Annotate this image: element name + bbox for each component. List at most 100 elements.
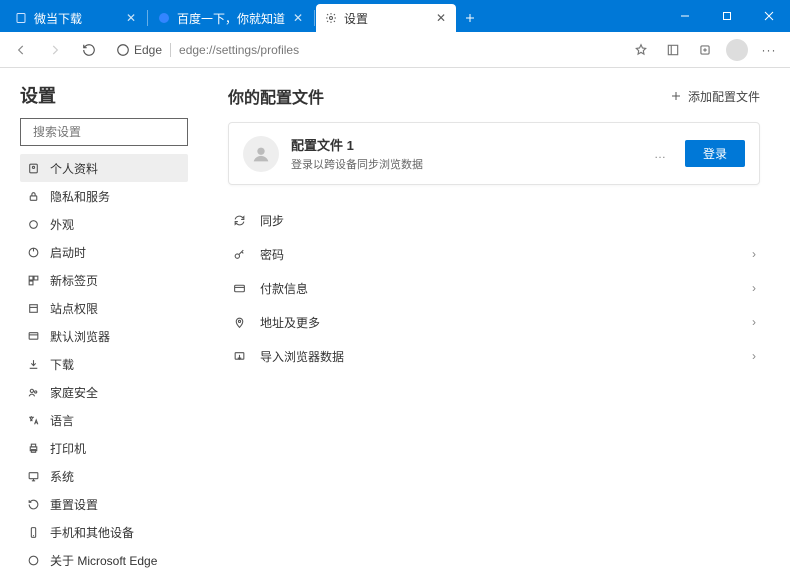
family-icon (26, 386, 40, 399)
settings-sidebar: 设置 个人资料 隐私和服务 外观 启动时 新标签页 站点权限 (0, 68, 200, 500)
sidebar-item-label: 默认浏览器 (50, 328, 110, 345)
location-icon (232, 316, 246, 329)
page-icon (14, 11, 28, 25)
shield-icon (26, 302, 40, 315)
profile-more-button[interactable]: … (648, 147, 673, 161)
sidebar-item-startup[interactable]: 启动时 (20, 238, 188, 266)
sidebar-item-language[interactable]: 语言 (20, 406, 188, 434)
row-payment[interactable]: 付款信息 › (228, 271, 760, 305)
chevron-right-icon: › (752, 315, 756, 329)
sidebar-item-default-browser[interactable]: 默认浏览器 (20, 322, 188, 350)
tab-title: 微当下载 (34, 10, 118, 27)
close-icon[interactable]: ✕ (124, 11, 138, 25)
browser-toolbar: Edge edge://settings/profiles ··· (0, 32, 790, 68)
new-tab-button[interactable] (456, 12, 484, 24)
minimize-button[interactable] (664, 0, 706, 32)
appearance-icon (26, 218, 40, 231)
forward-button[interactable] (40, 36, 70, 64)
profile-avatar[interactable] (722, 36, 752, 64)
sidebar-item-downloads[interactable]: 下载 (20, 350, 188, 378)
reset-icon (26, 498, 40, 511)
row-sync[interactable]: 同步 (228, 203, 760, 237)
close-window-button[interactable] (748, 0, 790, 32)
row-label: 付款信息 (260, 280, 738, 297)
maximize-button[interactable] (706, 0, 748, 32)
row-import[interactable]: 导入浏览器数据 › (228, 339, 760, 373)
address-bar[interactable]: Edge edge://settings/profiles (108, 37, 622, 63)
window-titlebar: 微当下载 ✕ 百度一下，你就知道 ✕ 设置 ✕ (0, 0, 790, 32)
chevron-right-icon: › (752, 247, 756, 261)
row-passwords[interactable]: 密码 › (228, 237, 760, 271)
profile-card: 配置文件 1 登录以跨设备同步浏览数据 … 登录 (228, 122, 760, 185)
close-icon[interactable]: ✕ (291, 11, 305, 25)
window-controls (664, 0, 790, 32)
favorites-bar-button[interactable] (658, 36, 688, 64)
sidebar-item-devices[interactable]: 手机和其他设备 (20, 518, 188, 546)
sidebar-item-reset[interactable]: 重置设置 (20, 490, 188, 518)
sidebar-item-printers[interactable]: 打印机 (20, 434, 188, 462)
refresh-button[interactable] (74, 36, 104, 64)
tab-1[interactable]: 微当下载 ✕ (6, 4, 146, 32)
lock-icon (26, 190, 40, 203)
import-icon (232, 350, 246, 363)
tab-2[interactable]: 百度一下，你就知道 ✕ (149, 4, 313, 32)
sidebar-item-system[interactable]: 系统 (20, 462, 188, 490)
sidebar-item-privacy[interactable]: 隐私和服务 (20, 182, 188, 210)
search-input[interactable] (33, 125, 188, 139)
login-button[interactable]: 登录 (685, 140, 745, 167)
page-title: 你的配置文件 (228, 84, 324, 108)
key-icon (232, 248, 246, 261)
edge-chip: Edge (116, 43, 171, 57)
plus-icon (670, 90, 682, 102)
sidebar-item-appearance[interactable]: 外观 (20, 210, 188, 238)
language-icon (26, 414, 40, 427)
sidebar-item-about[interactable]: 关于 Microsoft Edge (20, 546, 188, 574)
settings-heading: 设置 (20, 82, 188, 108)
settings-search[interactable] (20, 118, 188, 146)
tab-title: 百度一下，你就知道 (177, 10, 285, 27)
settings-content: 设置 个人资料 隐私和服务 外观 启动时 新标签页 站点权限 (0, 68, 790, 500)
sidebar-item-label: 手机和其他设备 (50, 524, 134, 541)
sidebar-item-profile[interactable]: 个人资料 (20, 154, 188, 182)
sidebar-item-label: 启动时 (50, 244, 86, 261)
sidebar-item-permissions[interactable]: 站点权限 (20, 294, 188, 322)
tab-strip: 微当下载 ✕ 百度一下，你就知道 ✕ 设置 ✕ (0, 0, 664, 32)
sidebar-item-label: 新标签页 (50, 272, 98, 289)
sidebar-item-label: 关于 Microsoft Edge (50, 552, 157, 569)
sidebar-item-label: 家庭安全 (50, 384, 98, 401)
edge-icon (26, 554, 40, 567)
sidebar-item-newtab[interactable]: 新标签页 (20, 266, 188, 294)
phone-icon (26, 526, 40, 539)
person-icon (26, 162, 40, 175)
power-icon (26, 246, 40, 259)
sidebar-item-label: 隐私和服务 (50, 188, 110, 205)
baidu-icon (157, 11, 171, 25)
add-profile-label: 添加配置文件 (688, 88, 760, 105)
printer-icon (26, 442, 40, 455)
collections-button[interactable] (690, 36, 720, 64)
chevron-right-icon: › (752, 349, 756, 363)
edge-chip-label: Edge (134, 43, 162, 57)
tab-title: 设置 (344, 10, 428, 27)
sidebar-item-family[interactable]: 家庭安全 (20, 378, 188, 406)
row-label: 导入浏览器数据 (260, 348, 738, 365)
favorite-button[interactable] (626, 36, 656, 64)
add-profile-button[interactable]: 添加配置文件 (670, 88, 760, 105)
sync-icon (232, 214, 246, 227)
card-icon (232, 282, 246, 295)
close-icon[interactable]: ✕ (434, 11, 448, 25)
profile-subtitle: 登录以跨设备同步浏览数据 (291, 156, 636, 172)
profile-name: 配置文件 1 (291, 135, 636, 154)
edge-icon (116, 43, 130, 57)
tab-divider (147, 10, 148, 26)
sidebar-item-label: 系统 (50, 468, 74, 485)
menu-button[interactable]: ··· (754, 36, 784, 64)
tab-divider (314, 10, 315, 26)
grid-icon (26, 274, 40, 287)
system-icon (26, 470, 40, 483)
tab-3[interactable]: 设置 ✕ (316, 4, 456, 32)
sidebar-item-label: 重置设置 (50, 496, 98, 513)
back-button[interactable] (6, 36, 36, 64)
row-addresses[interactable]: 地址及更多 › (228, 305, 760, 339)
sidebar-item-label: 语言 (50, 412, 74, 429)
